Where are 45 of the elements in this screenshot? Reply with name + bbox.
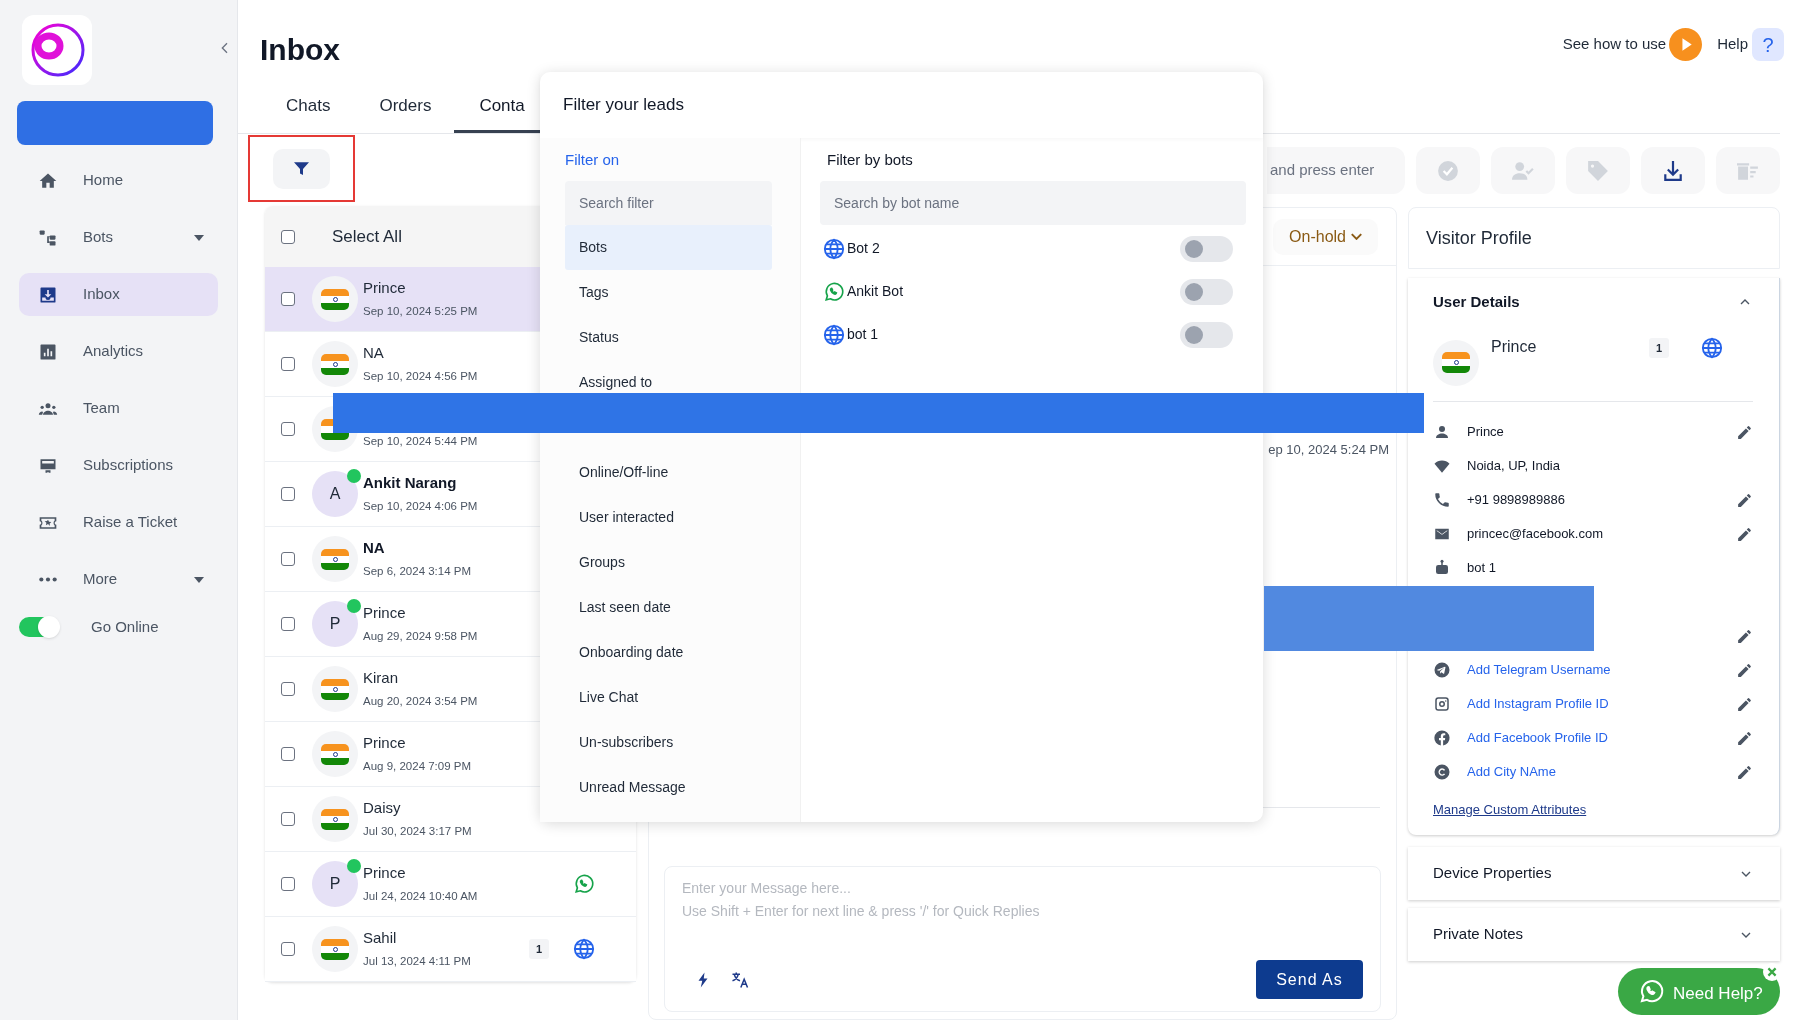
section-label: Filter by bots bbox=[827, 149, 913, 170]
detail-text: Noida, UP, India bbox=[1467, 457, 1560, 476]
contact-time: Aug 29, 2024 9:58 PM bbox=[363, 628, 478, 644]
contact-name: NA bbox=[363, 537, 386, 557]
message-time: ep 10, 2024 5:24 PM bbox=[1268, 442, 1389, 457]
detail-text: bot 1 bbox=[1467, 559, 1496, 578]
help-widget-label: Need Help? bbox=[1673, 985, 1763, 1002]
bot-name: bot 1 bbox=[847, 325, 879, 344]
popup-title: Filter your leads bbox=[563, 94, 684, 117]
section-title: User Details bbox=[1433, 291, 1520, 312]
contact-time: Sep 10, 2024 5:25 PM bbox=[363, 303, 478, 319]
unread-badge: 1 bbox=[529, 939, 549, 959]
contact-name: Kiran bbox=[363, 667, 400, 687]
contact-name: Prince bbox=[363, 732, 407, 752]
contact-name: Prince bbox=[363, 862, 407, 882]
contact-name: Prince bbox=[363, 277, 407, 297]
contact-time: Aug 20, 2024 3:54 PM bbox=[363, 693, 478, 709]
contact-time: Jul 13, 2024 4:11 PM bbox=[363, 953, 471, 969]
page-title: Inbox bbox=[260, 32, 340, 68]
contact-name: Sahil bbox=[363, 927, 398, 947]
contact-name: Ankit Narang bbox=[363, 472, 458, 492]
visitor-name: Prince bbox=[1491, 337, 1537, 357]
letter-avatar: A bbox=[312, 471, 358, 517]
contact-name: Daisy bbox=[363, 797, 402, 817]
contact-time: Jul 30, 2024 3:17 PM bbox=[363, 823, 472, 839]
section-label: Filter on bbox=[565, 149, 620, 170]
contact-time: Sep 10, 2024 4:56 PM bbox=[363, 368, 478, 384]
contact-name: Prince bbox=[363, 602, 407, 622]
contact-time: Sep 10, 2024 4:06 PM bbox=[363, 498, 478, 514]
contact-time: Sep 6, 2024 3:14 PM bbox=[363, 563, 472, 579]
contact-time: Jul 24, 2024 10:40 AM bbox=[363, 888, 478, 904]
select-all-label: Select All bbox=[332, 225, 402, 248]
contact-time: Aug 9, 2024 7:09 PM bbox=[363, 758, 472, 774]
contact-time: Sep 10, 2024 5:44 PM bbox=[363, 433, 478, 449]
contact-name: NA bbox=[363, 342, 385, 362]
detail-text: +91 9898989886 bbox=[1467, 491, 1565, 510]
toggle-label: Go Online bbox=[91, 616, 159, 637]
letter-avatar: P bbox=[312, 601, 358, 647]
panel-title: Visitor Profile bbox=[1426, 226, 1532, 250]
letter-avatar: P bbox=[312, 861, 358, 907]
bot-name: Bot 2 bbox=[847, 239, 880, 258]
detail-text: Prince bbox=[1467, 423, 1504, 442]
bot-name: Ankit Bot bbox=[847, 282, 904, 301]
detail-text: princec@facebook.com bbox=[1467, 525, 1604, 544]
unread-badge: 1 bbox=[1649, 338, 1669, 358]
